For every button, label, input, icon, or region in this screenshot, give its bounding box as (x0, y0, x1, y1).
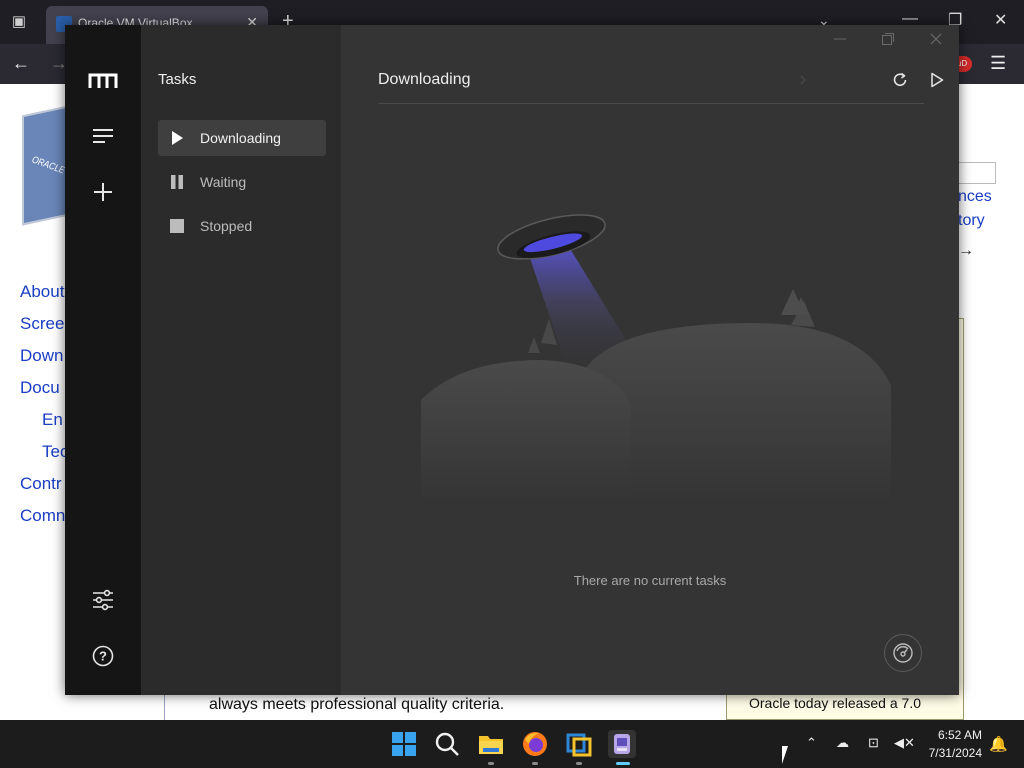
body-text: always meets professional quality criter… (209, 696, 505, 713)
side-link-screenshots[interactable]: Scree (20, 314, 64, 334)
firefox-icon[interactable] (521, 730, 549, 758)
resume-all-button[interactable] (926, 69, 948, 91)
motrix-window: ? Tasks Downloading Waiting Stopped Down… (65, 25, 959, 695)
chevron-right-icon (792, 69, 814, 91)
nav-label: Downloading (200, 130, 281, 146)
virtualbox-running-indicator (576, 762, 582, 765)
nav-item-waiting[interactable]: Waiting (158, 164, 326, 200)
arrow-icon: → (958, 242, 974, 259)
close-button[interactable] (925, 31, 947, 47)
help-icon[interactable]: ? (85, 638, 121, 674)
taskbar: ⌃ ☁ ⊡ ◀✕ 6:52 AM 7/31/2024 🔔 (0, 720, 1024, 768)
back-button[interactable]: ← (12, 53, 30, 74)
volume-muted-icon[interactable]: ◀✕ (894, 735, 915, 751)
nav-item-downloading[interactable]: Downloading (158, 120, 326, 156)
main-panel: Downloading There are no current tasks (341, 25, 959, 695)
motrix-active-indicator (616, 762, 630, 765)
file-explorer-icon[interactable] (477, 730, 505, 758)
tray-overflow-chevron-icon[interactable]: ⌃ (806, 735, 817, 751)
refresh-button[interactable] (889, 69, 911, 91)
stop-icon (170, 219, 184, 233)
empty-state-text: There are no current tasks (573, 573, 727, 588)
nav-item-stopped[interactable]: Stopped (158, 208, 326, 244)
side-link-downloads[interactable]: Down (20, 346, 63, 366)
minimize-button[interactable] (829, 31, 851, 47)
clock-date[interactable]: 7/31/2024 (916, 746, 982, 760)
network-icon[interactable]: ⊡ (868, 735, 879, 751)
speed-limit-button[interactable] (884, 634, 922, 672)
firefox-running-indicator (532, 762, 538, 765)
tasks-sidebar: Tasks Downloading Waiting Stopped (141, 25, 341, 695)
pause-icon (171, 175, 183, 189)
browser-menu-button[interactable]: ☰ (990, 53, 1006, 74)
virtualbox-icon[interactable] (565, 730, 593, 758)
svg-text:?: ? (99, 649, 107, 664)
motrix-icon[interactable] (608, 730, 636, 758)
windows-start-icon[interactable] (390, 730, 418, 758)
side-link-community[interactable]: Comn (20, 506, 65, 526)
page-search-input[interactable] (958, 162, 996, 184)
onedrive-cloud-icon[interactable]: ☁ (836, 735, 849, 751)
right-link-2[interactable]: tory (958, 212, 985, 230)
file-explorer-running-indicator (488, 762, 494, 765)
tab-overview-icon[interactable]: ▣ (8, 12, 30, 32)
side-link-contribute[interactable]: Contr (20, 474, 62, 494)
side-link-documentation[interactable]: Docu (20, 378, 60, 398)
browser-close-button[interactable]: ✕ (994, 10, 1007, 30)
motrix-logo-icon[interactable] (85, 63, 121, 99)
search-icon[interactable] (433, 730, 461, 758)
header-divider (378, 103, 924, 104)
nav-label: Stopped (200, 218, 253, 234)
right-link-1[interactable]: nces (958, 188, 992, 206)
page-title: Downloading (378, 71, 471, 88)
sidebar-title: Tasks (158, 71, 197, 88)
ufo-empty-illustration (421, 214, 891, 505)
menu-icon[interactable] (85, 118, 121, 154)
mouse-cursor-icon (782, 746, 794, 764)
side-link-end-user[interactable]: En (42, 410, 63, 430)
clock-time[interactable]: 6:52 AM (926, 728, 982, 742)
maximize-button[interactable] (877, 31, 899, 47)
app-rail: ? (65, 25, 141, 695)
news-text: Oracle today released a 7.0 (749, 695, 921, 711)
nav-label: Waiting (200, 174, 247, 190)
side-link-about[interactable]: About (20, 282, 64, 302)
preferences-sliders-icon[interactable] (85, 582, 121, 618)
play-icon (172, 131, 183, 145)
add-task-icon[interactable] (85, 174, 121, 210)
notification-bell-icon[interactable]: 🔔 (989, 735, 1008, 753)
